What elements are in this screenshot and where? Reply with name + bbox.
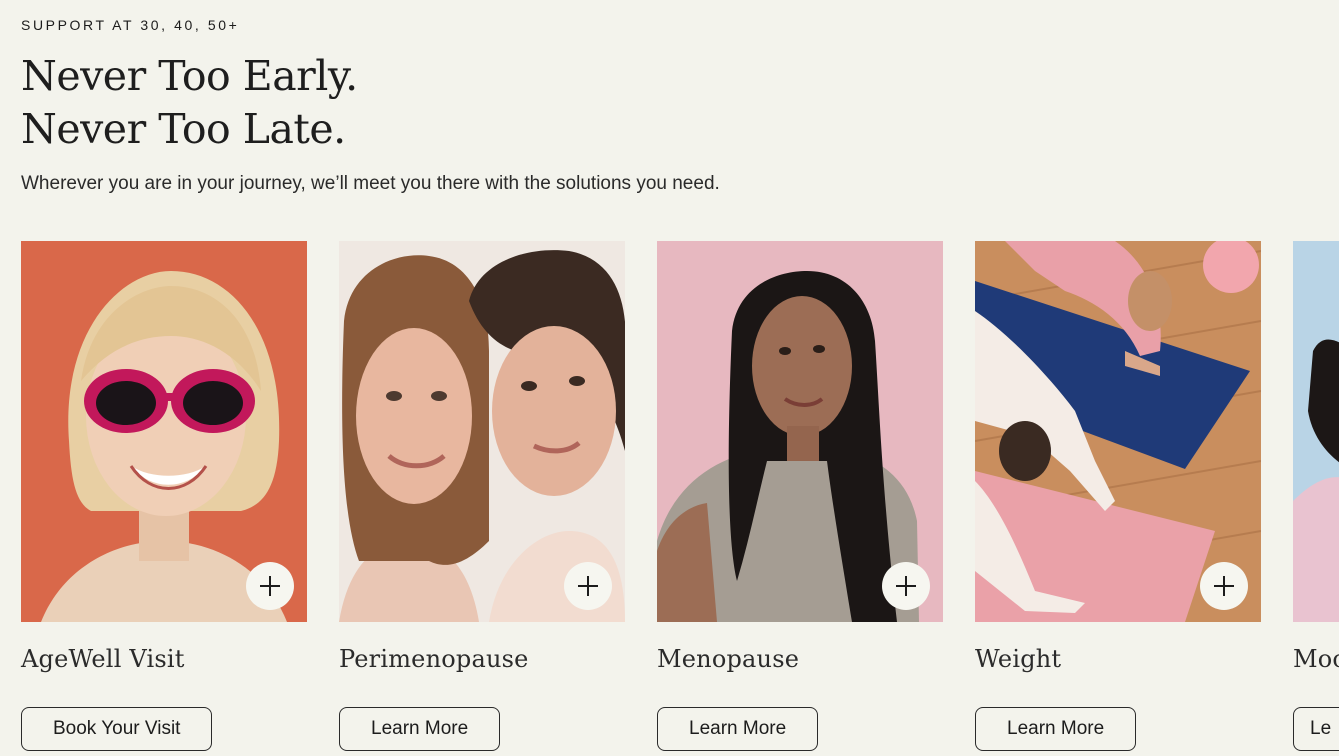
card-title: AgeWell Visit — [21, 645, 185, 673]
never-too-early-section: SUPPORT AT 30, 40, 50+ Never Too Early. … — [0, 0, 1339, 756]
card-photo-mood[interactable] — [1293, 241, 1339, 622]
card-weight[interactable]: Weight Learn More — [975, 241, 1261, 756]
book-your-visit-button[interactable]: Book Your Visit — [21, 707, 213, 751]
plus-icon — [260, 576, 280, 596]
learn-more-button[interactable]: Learn More — [657, 707, 819, 751]
card-expand-button[interactable] — [882, 562, 930, 610]
card-title: Weight — [975, 645, 1062, 673]
learn-more-button[interactable]: Learn More — [339, 707, 501, 751]
card-title: Perimenopause — [339, 645, 529, 673]
plus-icon — [1214, 576, 1234, 596]
headline-line-1: Never Too Early. — [21, 52, 358, 100]
card-expand-button[interactable] — [246, 562, 294, 610]
card-expand-button[interactable] — [1200, 562, 1248, 610]
card-menopause[interactable]: Menopause Learn More — [657, 241, 943, 756]
card-expand-button[interactable] — [564, 562, 612, 610]
card-perimenopause[interactable]: Perimenopause Learn More — [339, 241, 625, 756]
card-agewell-visit[interactable]: AgeWell Visit Book Your Visit — [21, 241, 307, 756]
plus-icon — [578, 576, 598, 596]
learn-more-button[interactable]: Le — [1293, 707, 1339, 751]
plus-icon — [896, 576, 916, 596]
card-title: Moo — [1293, 645, 1339, 673]
section-headline: Never Too Early. Never Too Late. — [21, 50, 358, 156]
card-photo-agewell[interactable] — [21, 241, 307, 622]
section-subtitle: Wherever you are in your journey, we’ll … — [21, 173, 720, 194]
card-mood[interactable]: Moo Le — [1293, 241, 1339, 756]
card-photo-menopause[interactable] — [657, 241, 943, 622]
card-title: Menopause — [657, 645, 800, 673]
card-photo-weight[interactable] — [975, 241, 1261, 622]
card-photo-perimenopause[interactable] — [339, 241, 625, 622]
headline-line-2: Never Too Late. — [21, 105, 346, 153]
learn-more-button[interactable]: Learn More — [975, 707, 1137, 751]
section-eyebrow: SUPPORT AT 30, 40, 50+ — [21, 17, 240, 33]
